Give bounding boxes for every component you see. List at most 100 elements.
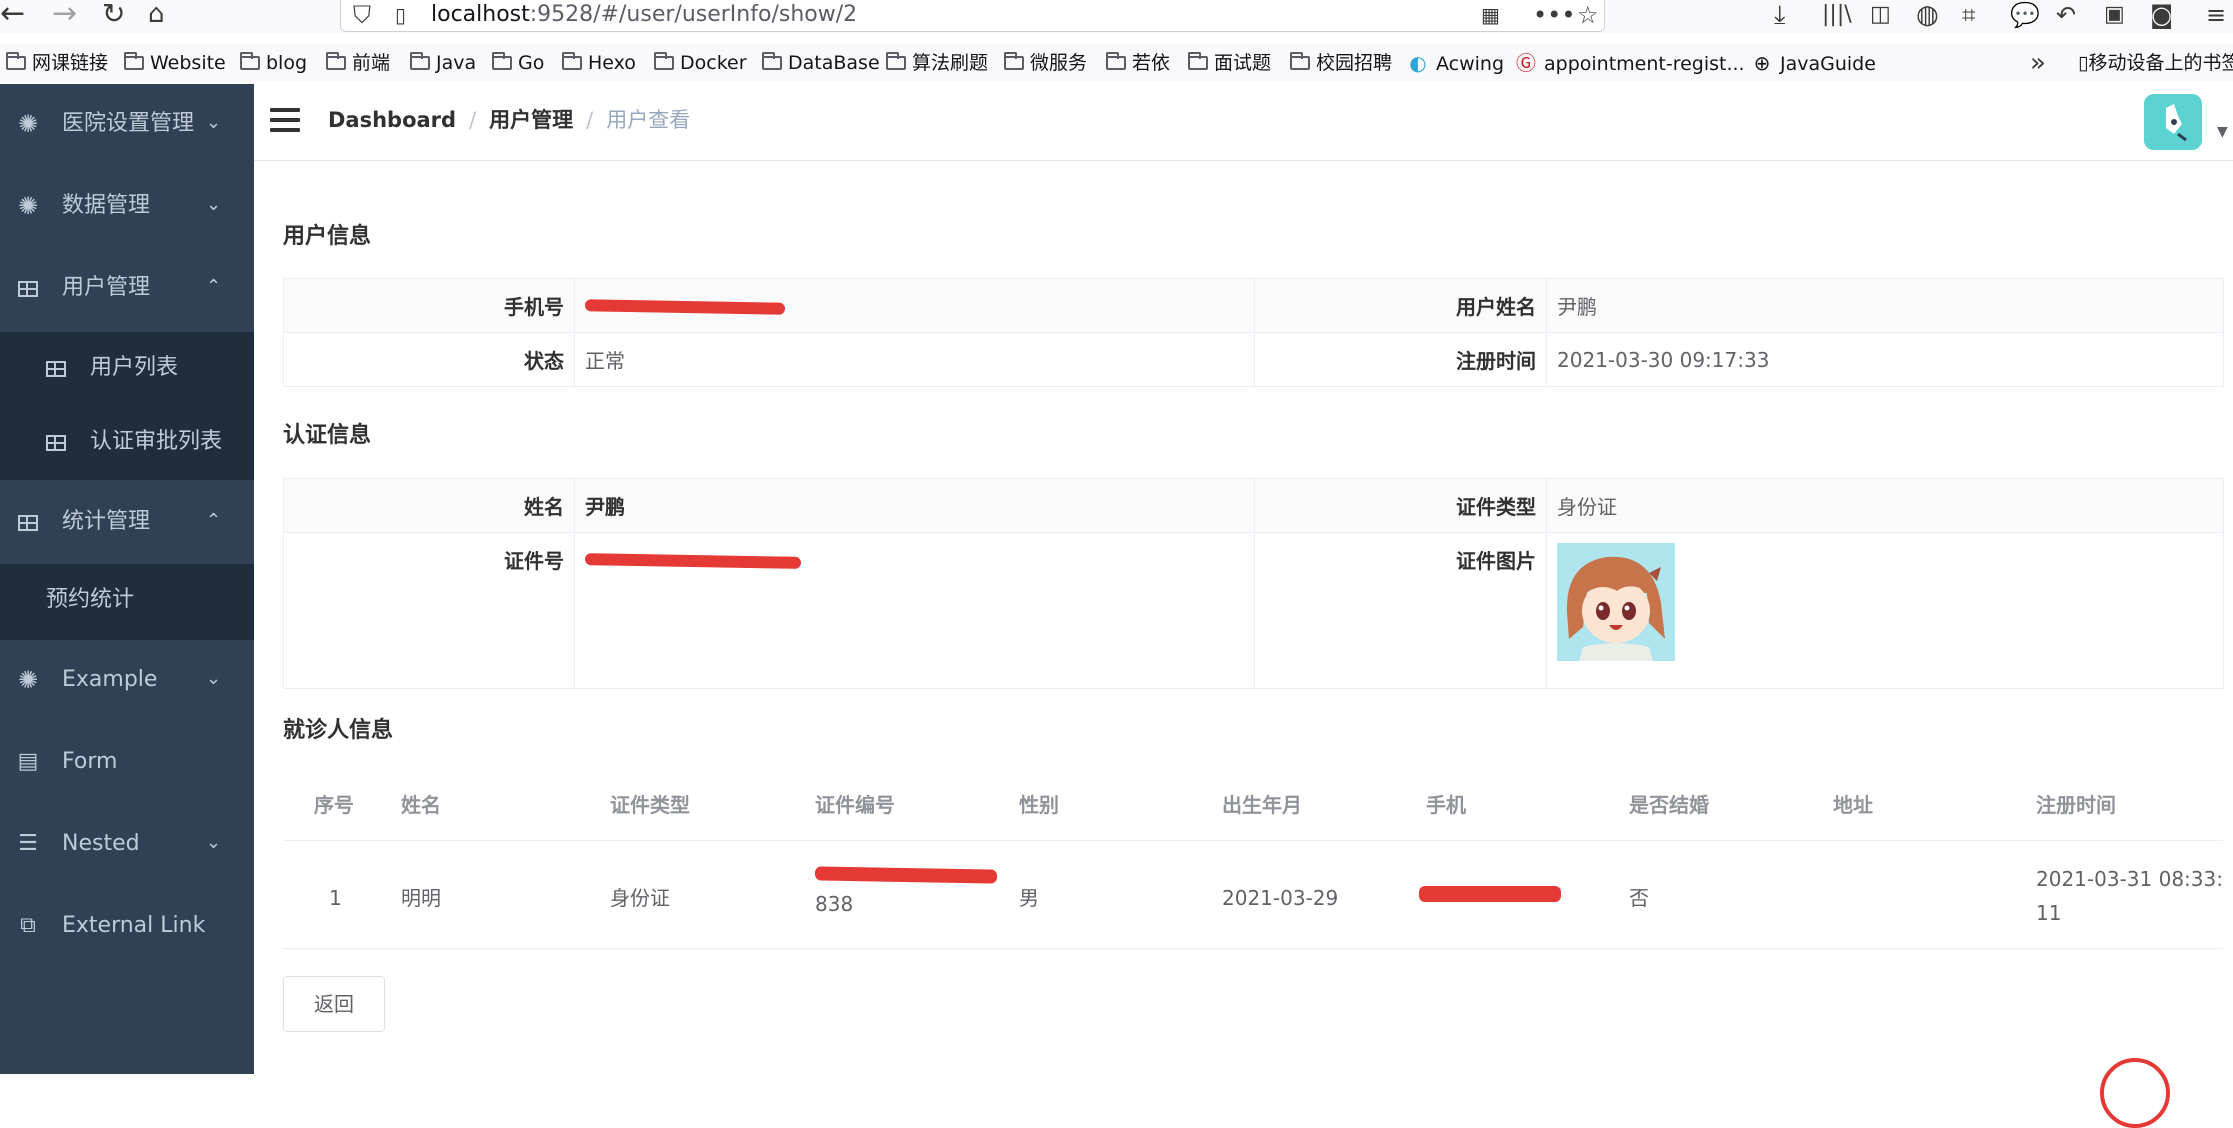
- breadcrumb-separator: /: [586, 108, 594, 132]
- bookmark-item[interactable]: 若依: [1106, 44, 1170, 82]
- chevron-down-icon: ⌄: [206, 668, 222, 689]
- sidebar-item-example[interactable]: ✺ Example ⌄: [0, 640, 254, 720]
- back-button[interactable]: 返回: [283, 976, 385, 1032]
- bookmarks-overflow-icon[interactable]: »: [2030, 44, 2046, 82]
- bookmark-item[interactable]: ⊕ JavaGuide: [1750, 44, 1876, 83]
- cert-image-thumbnail[interactable]: [1557, 543, 1675, 661]
- screenshot-icon[interactable]: ▣: [2104, 0, 2125, 30]
- phone-value: [574, 278, 1255, 333]
- bookmarks-bar: 网课链接 Website blog 前端 Java Go Hexo Docker DataBas…: [0, 44, 2233, 82]
- cell-phone: [1419, 886, 1561, 916]
- chevron-up-icon: ⌃: [206, 276, 222, 297]
- bookmark-item[interactable]: Docker: [654, 44, 747, 82]
- avatar[interactable]: [2144, 94, 2202, 150]
- home-icon[interactable]: ⌂: [148, 0, 165, 30]
- mobile-bookmarks[interactable]: ▯移动设备上的书签: [2078, 44, 2233, 82]
- sidebar-item-label: 统计管理: [62, 509, 151, 534]
- caret-down-icon[interactable]: ▼: [2217, 124, 2228, 140]
- bookmark-label: DataBase: [788, 52, 880, 74]
- download-icon[interactable]: ⤓: [1774, 0, 1786, 30]
- breadcrumb-user-management[interactable]: 用户管理: [489, 108, 573, 132]
- url-text[interactable]: localhost:9528/#/user/userInfo/show/2: [431, 0, 857, 30]
- bookmark-item[interactable]: 网课链接: [6, 44, 108, 82]
- redaction-mark: [584, 552, 802, 569]
- cert-image-label: 证件图片: [1254, 532, 1547, 689]
- bookmark-label: blog: [266, 52, 308, 74]
- sidebar-item-label: 数据管理: [62, 193, 151, 218]
- sidebar-item-auth-approval-list[interactable]: 认证审批列表: [0, 406, 254, 478]
- undo-icon[interactable]: ↶: [2056, 0, 2076, 30]
- more-dots-icon[interactable]: •••: [1533, 0, 1575, 30]
- bookmark-item[interactable]: Java: [410, 44, 476, 82]
- bookmark-item[interactable]: Website: [124, 44, 226, 82]
- folder-icon: [326, 52, 346, 70]
- cell-cert-no: 838: [814, 866, 998, 938]
- back-arrow-icon[interactable]: ←: [0, 0, 25, 30]
- cert-no-value: [574, 532, 1255, 689]
- star-icon[interactable]: ☆: [1577, 0, 1599, 30]
- bookmark-item[interactable]: 面试题: [1188, 44, 1271, 82]
- cert-no-label: 证件号: [283, 532, 575, 689]
- folder-icon: [124, 52, 144, 70]
- folder-icon: [1188, 52, 1208, 70]
- sidebar-item-form[interactable]: ▤ Form: [0, 722, 254, 802]
- menu-icon[interactable]: ≡: [2206, 0, 2226, 30]
- breadcrumb-dashboard[interactable]: Dashboard: [328, 108, 456, 132]
- forward-arrow-icon[interactable]: →: [52, 0, 77, 30]
- real-name-value: 尹鹏: [574, 478, 1255, 533]
- sidebar-item-hospital-settings[interactable]: ✺ 医院设置管理 ⌄: [0, 84, 254, 164]
- bookmark-item[interactable]: Go: [492, 44, 544, 82]
- cell-cert-type: 身份证: [610, 886, 670, 910]
- section-title-user-info: 用户信息: [283, 224, 372, 249]
- floating-action-ring[interactable]: [2100, 1058, 2170, 1128]
- status-label: 状态: [283, 332, 575, 387]
- gear-icon: ✺: [17, 666, 39, 694]
- folder-icon: [1004, 52, 1024, 70]
- bookmark-item[interactable]: Hexo: [562, 44, 636, 82]
- address-bar[interactable]: ⛉ ▯ localhost:9528/#/user/userInfo/show/…: [340, 0, 1605, 32]
- auth-info-table: 姓名 尹鹏 证件类型 身份证 证件号 证件图片: [283, 478, 2224, 689]
- sidebar-item-appointment-statistics[interactable]: 预约统计: [0, 564, 254, 636]
- library-icon[interactable]: |||\: [1822, 0, 1852, 30]
- bookmark-item[interactable]: 前端: [326, 44, 390, 82]
- cell-register-time: 2021-03-31 08:33: 11: [2036, 862, 2223, 932]
- real-name-label: 姓名: [283, 478, 575, 533]
- qr-code-icon[interactable]: ▦: [1481, 0, 1500, 30]
- bookmark-label: 前端: [352, 52, 391, 74]
- sidebar-item-external-link[interactable]: ⧉ External Link: [0, 886, 254, 966]
- page-icon: ▯: [395, 3, 407, 27]
- column-header: 证件编号: [815, 793, 895, 817]
- bookmark-item[interactable]: 算法刷题: [886, 44, 988, 82]
- folder-icon: [762, 52, 782, 70]
- bookmark-item[interactable]: 微服务: [1004, 44, 1087, 82]
- url-path: :9528/#/user/userInfo/show/2: [529, 2, 858, 27]
- sidebar-item-user-management[interactable]: 用户管理 ⌃: [0, 248, 254, 328]
- sidebar-item-label: Nested: [62, 831, 140, 856]
- cell-index: 1: [329, 886, 342, 910]
- sidebar: ✺ 医院设置管理 ⌄ ✺ 数据管理 ⌄ 用户管理 ⌃ 用户列表 认证审批列表 统…: [0, 84, 254, 1074]
- mobile-bookmarks-label: 移动设备上的书签: [2088, 52, 2233, 74]
- bookmark-item[interactable]: 校园招聘: [1290, 44, 1392, 82]
- form-icon: ▤: [17, 749, 39, 774]
- bookmark-item[interactable]: blog: [240, 44, 307, 82]
- column-header: 出生年月: [1222, 793, 1302, 817]
- sidebar-toggle-icon[interactable]: ◫: [1870, 0, 1891, 30]
- hamburger-icon[interactable]: [270, 108, 300, 132]
- crop-icon[interactable]: ⌗: [1962, 0, 1976, 30]
- shield-icon[interactable]: ⛉: [353, 0, 371, 30]
- bookmark-label: 微服务: [1030, 52, 1088, 74]
- bookmark-item[interactable]: Ⓖappointment-regist...: [1514, 44, 1745, 83]
- extension-cat-icon[interactable]: ◙: [2150, 0, 2173, 30]
- sidebar-item-label: 医院设置管理: [62, 111, 195, 136]
- sidebar-item-user-list[interactable]: 用户列表: [0, 332, 254, 404]
- chevron-down-icon: ⌄: [206, 832, 222, 853]
- reload-icon[interactable]: ↻: [102, 0, 125, 30]
- extension-globe-icon[interactable]: ◍: [1916, 0, 1939, 30]
- sidebar-item-nested[interactable]: ☰ Nested ⌄: [0, 804, 254, 884]
- folder-icon: [492, 52, 512, 70]
- bookmark-item[interactable]: ◐ Acwing: [1406, 44, 1504, 83]
- chat-bubble-icon[interactable]: 💬: [2010, 0, 2040, 30]
- sidebar-item-data-management[interactable]: ✺ 数据管理 ⌄: [0, 166, 254, 246]
- bookmark-item[interactable]: DataBase: [762, 44, 880, 82]
- sidebar-item-statistics[interactable]: 统计管理 ⌃: [0, 482, 254, 562]
